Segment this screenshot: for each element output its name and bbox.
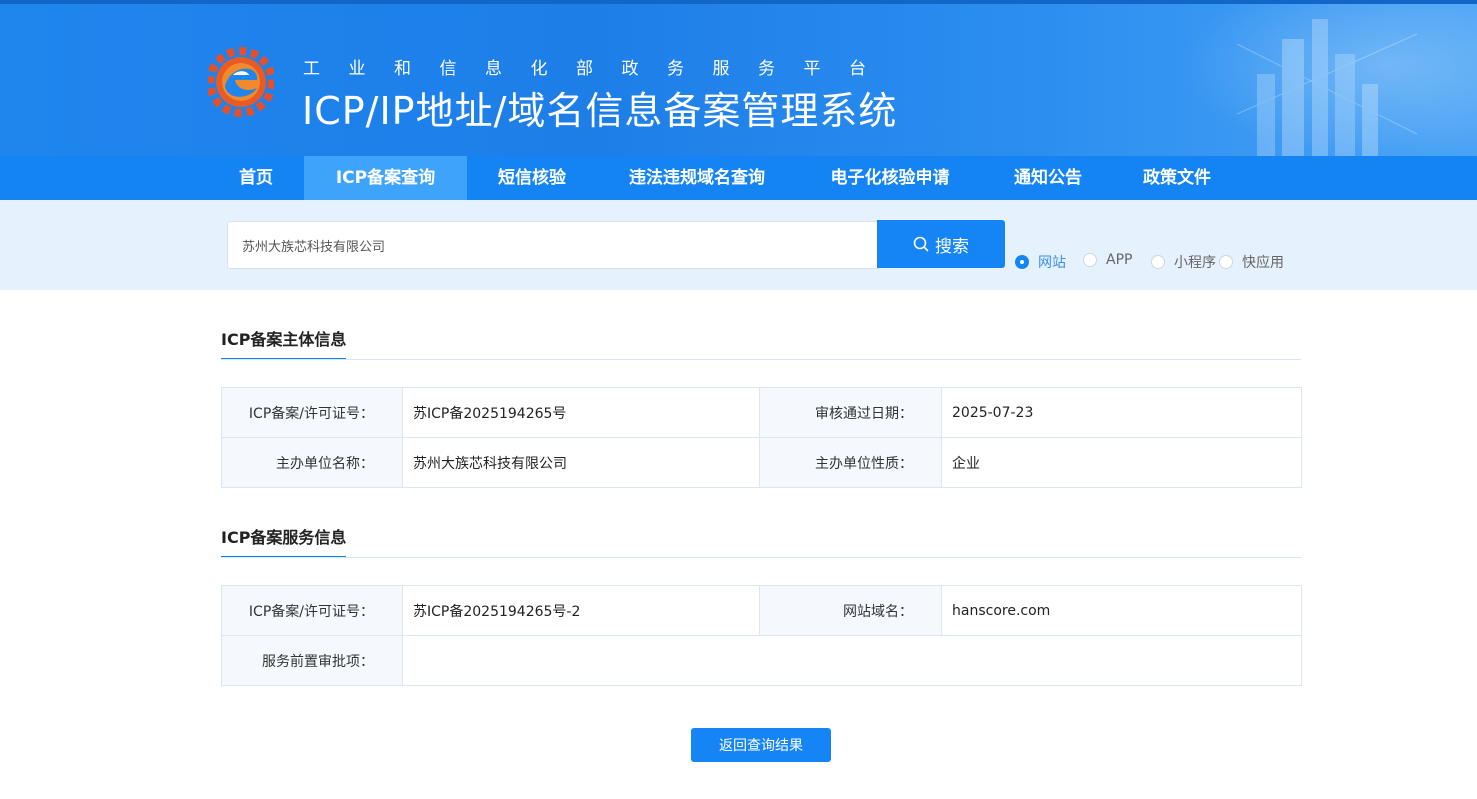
main-nav: 首页 ICP备案查询 短信核验 违法违规域名查询 电子化核验申请 通知公告 政策… [0, 156, 1477, 200]
table-row: ICP备案/许可证号： 苏ICP备2025194265号 审核通过日期： 202… [221, 387, 1302, 438]
system-title: ICP/IP地址/域名信息备案管理系统 [302, 89, 898, 133]
header-banner: 工业和信息化部政务服务平台 ICP/IP地址/域名信息备案管理系统 [0, 0, 1477, 156]
back-to-results-button[interactable]: 返回查询结果 [691, 728, 831, 762]
pre-approval-value [402, 635, 1302, 686]
platform-subtitle: 工业和信息化部政务服务平台 [303, 59, 895, 79]
nav-sms-verify[interactable]: 短信核验 [467, 156, 597, 200]
nav-notices[interactable]: 通知公告 [983, 156, 1113, 200]
nav-icp-query[interactable]: ICP备案查询 [304, 156, 467, 200]
approval-date-label: 审核通过日期： [759, 387, 942, 438]
radio-app[interactable]: APP [1083, 252, 1132, 268]
section-divider [221, 359, 1301, 360]
radio-unchecked-icon [1151, 255, 1165, 269]
website-domain-label: 网站域名： [759, 585, 942, 636]
nav-e-verify-apply[interactable]: 电子化核验申请 [797, 156, 983, 200]
search-icon [913, 236, 929, 252]
radio-unchecked-icon [1219, 255, 1233, 269]
table-row: 主办单位名称： 苏州大族芯科技有限公司 主办单位性质： 企业 [221, 437, 1302, 488]
search-input[interactable] [227, 221, 879, 269]
miit-logo-icon [208, 47, 274, 117]
service-icp-license-label: ICP备案/许可证号： [221, 585, 403, 636]
radio-quick-app[interactable]: 快应用 [1219, 252, 1284, 272]
service-icp-license-value: 苏ICP备2025194265号-2 [402, 585, 760, 636]
sponsor-name-label: 主办单位名称： [221, 437, 403, 488]
subject-info-table: ICP备案/许可证号： 苏ICP备2025194265号 审核通过日期： 202… [221, 387, 1302, 488]
sponsor-type-label: 主办单位性质： [759, 437, 942, 488]
nav-home[interactable]: 首页 [208, 156, 304, 200]
subject-info-title: ICP备案主体信息 [221, 326, 347, 360]
icp-license-value: 苏ICP备2025194265号 [402, 387, 760, 438]
service-info-table: ICP备案/许可证号： 苏ICP备2025194265号-2 网站域名： han… [221, 585, 1302, 686]
sponsor-type-value: 企业 [941, 437, 1302, 488]
search-button[interactable]: 搜索 [877, 220, 1005, 268]
radio-checked-icon [1015, 255, 1029, 269]
sponsor-name-value: 苏州大族芯科技有限公司 [402, 437, 760, 488]
nav-policy-docs[interactable]: 政策文件 [1113, 156, 1241, 200]
city-skyline-decoration [1237, 19, 1417, 156]
search-button-label: 搜索 [935, 236, 969, 257]
pre-approval-label: 服务前置审批项： [221, 635, 403, 686]
radio-website[interactable]: 网站 [1015, 252, 1066, 272]
icp-license-label: ICP备案/许可证号： [221, 387, 403, 438]
nav-illegal-domain-query[interactable]: 违法违规域名查询 [597, 156, 797, 200]
table-row: 服务前置审批项： [221, 635, 1302, 686]
radio-unchecked-icon [1083, 253, 1097, 267]
website-domain-value: hanscore.com [941, 585, 1302, 636]
section-divider [221, 557, 1301, 558]
search-area: 搜索 网站 APP 小程序 快应用 [0, 200, 1477, 290]
radio-mini-program[interactable]: 小程序 [1151, 252, 1216, 272]
approval-date-value: 2025-07-23 [941, 387, 1302, 438]
table-row: ICP备案/许可证号： 苏ICP备2025194265号-2 网站域名： han… [221, 585, 1302, 636]
service-info-title: ICP备案服务信息 [221, 524, 347, 558]
